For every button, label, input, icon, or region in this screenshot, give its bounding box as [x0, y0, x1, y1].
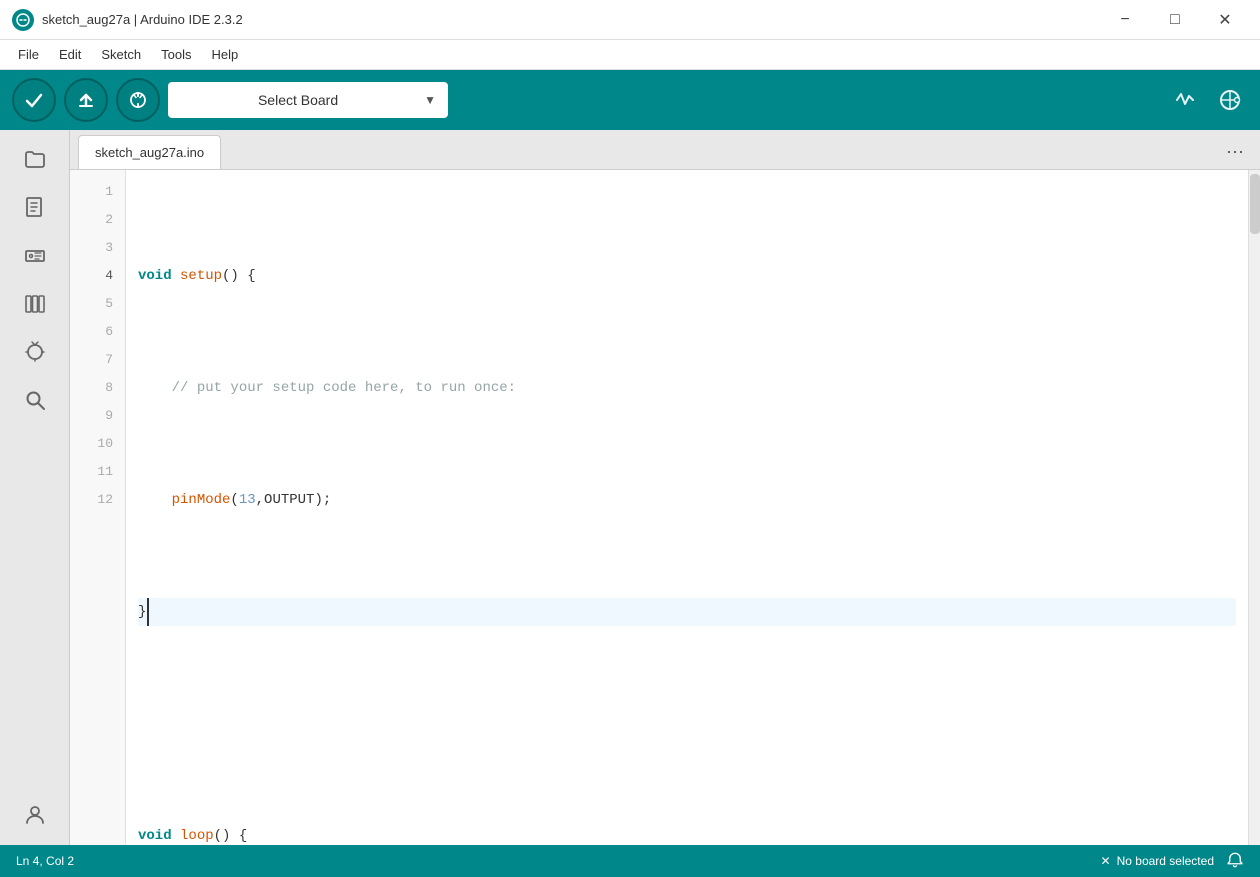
code-plain-4: }	[138, 598, 146, 626]
line-num-1: 1	[70, 178, 125, 206]
line-num-9: 9	[70, 402, 125, 430]
close-button[interactable]: ✕	[1202, 5, 1248, 35]
board-selector[interactable]: Select Board ▼	[168, 82, 448, 118]
title-bar: sketch_aug27a | Arduino IDE 2.3.2 − □ ✕	[0, 0, 1260, 40]
main-area: sketch_aug27a.ino ⋯ 1 2 3 4 5 6 7 8 9 10…	[0, 130, 1260, 845]
line-num-6: 6	[70, 318, 125, 346]
cursor-position: Ln 4, Col 2	[16, 854, 74, 868]
line-numbers: 1 2 3 4 5 6 7 8 9 10 11 12	[70, 170, 126, 845]
notification-bell-button[interactable]	[1226, 851, 1244, 872]
sidebar-library-button[interactable]	[13, 282, 57, 326]
code-line-4: }	[138, 598, 1236, 626]
code-line-6: void loop() {	[138, 822, 1236, 845]
line-num-8: 8	[70, 374, 125, 402]
no-board-x: ✕	[1101, 854, 1111, 868]
toolbar-right-controls	[1168, 82, 1248, 118]
line-num-4: 4	[70, 262, 125, 290]
cursor	[147, 598, 157, 626]
code-fn-loop: loop	[180, 822, 214, 845]
sidebar-debug-button[interactable]	[13, 330, 57, 374]
menu-edit[interactable]: Edit	[49, 43, 91, 66]
toolbar: Select Board ▼	[0, 70, 1260, 130]
code-editor[interactable]: 1 2 3 4 5 6 7 8 9 10 11 12 void setup() …	[70, 170, 1260, 845]
line-num-3: 3	[70, 234, 125, 262]
code-line-5	[138, 710, 1236, 738]
no-board-label: No board selected	[1117, 854, 1214, 868]
code-kw-void-2: void	[138, 822, 180, 845]
code-line-2: // put your setup code here, to run once…	[138, 374, 1236, 402]
line-num-7: 7	[70, 346, 125, 374]
status-bar: Ln 4, Col 2 ✕ No board selected	[0, 845, 1260, 877]
scrollbar[interactable]	[1248, 170, 1260, 845]
line-num-10: 10	[70, 430, 125, 458]
code-indent-3	[138, 486, 172, 514]
tab-filename: sketch_aug27a.ino	[95, 145, 204, 160]
sidebar-folder-button[interactable]	[13, 138, 57, 182]
sidebar-search-button[interactable]	[13, 378, 57, 422]
serial-plotter-button[interactable]	[1212, 82, 1248, 118]
file-tab[interactable]: sketch_aug27a.ino	[78, 135, 221, 169]
code-content[interactable]: void setup() { // put your setup code he…	[126, 170, 1248, 845]
minimize-button[interactable]: −	[1102, 5, 1148, 35]
code-plain-6: () {	[214, 822, 248, 845]
code-plain-3a: (	[230, 486, 238, 514]
upload-button[interactable]	[64, 78, 108, 122]
code-blank-5	[138, 710, 146, 738]
no-board-indicator[interactable]: ✕ No board selected	[1101, 854, 1214, 868]
code-line-1: void setup() {	[138, 262, 1236, 290]
maximize-button[interactable]: □	[1152, 5, 1198, 35]
board-dropdown-icon: ▼	[424, 93, 436, 107]
tab-bar: sketch_aug27a.ino ⋯	[70, 130, 1260, 170]
menu-bar: File Edit Sketch Tools Help	[0, 40, 1260, 70]
status-bar-right: ✕ No board selected	[1101, 851, 1244, 872]
menu-help[interactable]: Help	[201, 43, 248, 66]
sidebar-profile-button[interactable]	[13, 793, 57, 837]
line-num-5: 5	[70, 290, 125, 318]
code-fn-setup: setup	[180, 262, 222, 290]
line-num-2: 2	[70, 206, 125, 234]
code-line-3: pinMode(13,OUTPUT);	[138, 486, 1236, 514]
line-num-12: 12	[70, 486, 125, 514]
board-selector-text: Select Board	[180, 92, 416, 108]
tab-more-button[interactable]: ⋯	[1218, 135, 1252, 169]
code-num-13-1: 13	[239, 486, 256, 514]
menu-file[interactable]: File	[8, 43, 49, 66]
verify-button[interactable]	[12, 78, 56, 122]
sidebar-boards-button[interactable]	[13, 234, 57, 278]
line-num-11: 11	[70, 458, 125, 486]
code-indent-2	[138, 374, 172, 402]
serial-monitor-button[interactable]	[1168, 82, 1204, 118]
app-logo	[12, 9, 34, 31]
code-plain-3b: ,OUTPUT);	[256, 486, 332, 514]
sidebar	[0, 130, 70, 845]
debug-button[interactable]	[116, 78, 160, 122]
code-comment-setup: // put your setup code here, to run once…	[172, 374, 516, 402]
code-kw-void-1: void	[138, 262, 180, 290]
window-controls: − □ ✕	[1102, 5, 1248, 35]
code-fn-pinmode: pinMode	[172, 486, 231, 514]
code-plain-1: () {	[222, 262, 256, 290]
sidebar-sketchbook-button[interactable]	[13, 186, 57, 230]
editor-area: sketch_aug27a.ino ⋯ 1 2 3 4 5 6 7 8 9 10…	[70, 130, 1260, 845]
scrollbar-thumb[interactable]	[1250, 174, 1260, 234]
menu-tools[interactable]: Tools	[151, 43, 201, 66]
menu-sketch[interactable]: Sketch	[91, 43, 151, 66]
window-title: sketch_aug27a | Arduino IDE 2.3.2	[42, 12, 1102, 27]
